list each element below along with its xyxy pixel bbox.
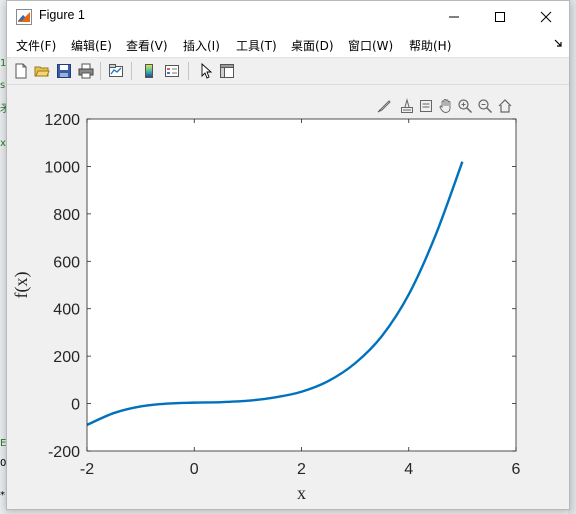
- printer-icon: [78, 63, 94, 79]
- figure-window: Figure 1 文件(F) 编辑(E) 查看(V) 插入(I) 工具(T) 桌…: [6, 0, 570, 510]
- maximize-button[interactable]: [477, 1, 523, 32]
- y-tick-label: -200: [48, 444, 80, 461]
- link-plot-icon: [109, 64, 123, 77]
- menu-dock-arrow-icon[interactable]: [554, 39, 563, 48]
- menu-insert[interactable]: 插入(I): [183, 37, 220, 54]
- title-bar[interactable]: Figure 1: [7, 1, 569, 32]
- menu-help[interactable]: 帮助(H): [409, 37, 451, 54]
- folder-open-icon: [34, 66, 50, 77]
- minimize-button[interactable]: [431, 1, 477, 32]
- toolbar-separator: [188, 62, 189, 80]
- menu-window[interactable]: 窗口(W): [348, 37, 393, 54]
- x-axis-label: x: [297, 483, 306, 503]
- insert-colorbar-button[interactable]: [140, 62, 158, 80]
- x-tick-label: 6: [512, 461, 521, 478]
- link-plot-button[interactable]: [107, 62, 125, 80]
- menu-edit[interactable]: 编辑(E): [71, 37, 112, 54]
- plot-area: [87, 119, 516, 451]
- bg-fragment: s: [0, 80, 6, 91]
- edit-plot-button[interactable]: [197, 62, 215, 80]
- new-file-icon: [15, 63, 27, 79]
- colorbar-icon: [145, 64, 153, 78]
- x-tick-label: -2: [80, 461, 94, 478]
- save-button[interactable]: [55, 62, 73, 80]
- close-button[interactable]: [523, 1, 569, 32]
- menu-desktop[interactable]: 桌面(D): [291, 37, 334, 54]
- insert-legend-button[interactable]: [163, 62, 181, 80]
- menu-tools[interactable]: 工具(T): [236, 37, 277, 54]
- figure-toolbar: [7, 58, 569, 85]
- y-tick-label: 200: [53, 349, 80, 366]
- x-tick-label: 4: [404, 461, 413, 478]
- menu-view[interactable]: 查看(V): [126, 37, 168, 54]
- open-file-button[interactable]: [33, 62, 51, 80]
- y-tick-label: 600: [53, 254, 80, 271]
- pointer-arrow-icon: [201, 63, 213, 79]
- maximize-icon: [495, 11, 505, 22]
- matlab-icon: [16, 9, 32, 25]
- close-icon: [540, 11, 552, 22]
- x-tick-label: 0: [190, 461, 199, 478]
- toolbar-separator: [131, 62, 132, 80]
- y-tick-label: 0: [71, 397, 80, 414]
- toolbar-separator: [100, 62, 101, 80]
- minimize-icon: [449, 16, 459, 17]
- y-tick-label: 800: [53, 207, 80, 224]
- window-title: Figure 1: [39, 8, 85, 22]
- menu-bar: 文件(F) 编辑(E) 查看(V) 插入(I) 工具(T) 桌面(D) 窗口(W…: [7, 32, 569, 58]
- legend-icon: [165, 65, 179, 77]
- line-chart[interactable]: -2 0 2 4 6 -200 0 200 400 600 800 1000 1200 x f(x): [7, 85, 569, 509]
- y-tick-label: 1000: [44, 159, 80, 176]
- new-figure-button[interactable]: [12, 62, 30, 80]
- save-icon: [57, 64, 71, 78]
- y-axis-label: f(x): [11, 272, 32, 299]
- y-tick-label: 400: [53, 302, 80, 319]
- figure-canvas: -2 0 2 4 6 -200 0 200 400 600 800 1000 1200 x f(x): [7, 85, 569, 509]
- property-inspector-button[interactable]: [218, 62, 236, 80]
- print-button[interactable]: [77, 62, 95, 80]
- y-tick-label: 1200: [44, 112, 80, 129]
- property-inspector-icon: [220, 64, 234, 78]
- x-tick-label: 2: [297, 461, 306, 478]
- menu-file[interactable]: 文件(F): [16, 37, 56, 54]
